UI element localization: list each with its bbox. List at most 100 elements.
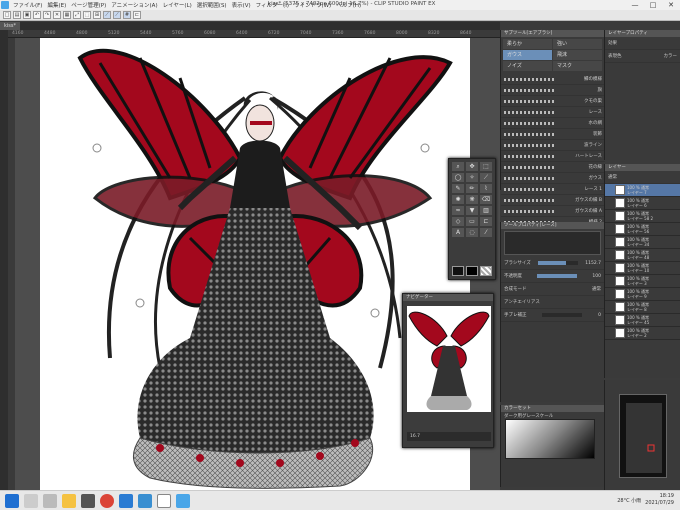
brush-item[interactable]: クモの巣 xyxy=(501,96,605,107)
mail-icon[interactable] xyxy=(119,493,133,508)
fill-tool-icon[interactable]: ▼ xyxy=(466,206,478,215)
fill-icon[interactable]: ▦ xyxy=(63,11,71,19)
move-tool-icon[interactable]: ✥ xyxy=(466,162,478,171)
gradient-tool-icon[interactable]: ▥ xyxy=(480,206,492,215)
subtool-group-5[interactable]: マスク xyxy=(553,61,602,71)
opacity-slider[interactable] xyxy=(537,274,578,278)
ruler-tool-icon[interactable]: ⊏ xyxy=(480,217,492,226)
brush-item[interactable]: 花の縁 xyxy=(501,162,605,173)
open-icon[interactable]: ▤ xyxy=(13,11,21,19)
subtool-group-1[interactable]: 強い xyxy=(553,39,602,49)
line-tool-icon[interactable]: ⁄ xyxy=(480,228,492,237)
wand-tool-icon[interactable]: ✧ xyxy=(466,173,478,182)
brush-item[interactable]: レース xyxy=(501,107,605,118)
menu-layer[interactable]: レイヤー(L) xyxy=(163,1,192,9)
menu-animation[interactable]: アニメーション(A) xyxy=(111,1,157,9)
maximize-button[interactable]: □ xyxy=(644,0,662,10)
deco-tool-icon[interactable]: ❋ xyxy=(466,195,478,204)
clip-studio-icon[interactable] xyxy=(157,493,171,508)
deselect-icon[interactable]: ⬚ xyxy=(83,11,91,19)
frame-tool-icon[interactable]: ▭ xyxy=(466,217,478,226)
stabilization-slider[interactable] xyxy=(542,313,583,317)
store-icon[interactable] xyxy=(81,493,95,508)
layer-row[interactable]: 100 % 通常 レイヤー 56 xyxy=(605,223,680,236)
subtool-group-2[interactable]: ガウス xyxy=(503,50,552,60)
anti-alias-row[interactable]: アンチエイリアス xyxy=(501,296,604,309)
menu-selection[interactable]: 選択範囲(S) xyxy=(197,1,227,9)
canvas-tab[interactable]: kiss* xyxy=(0,22,20,30)
layer-row[interactable]: 100 % 通常 レイヤー 10 xyxy=(605,262,680,275)
windows-start-icon[interactable] xyxy=(5,493,19,508)
zoom-tool-icon[interactable]: ⌕ xyxy=(452,162,464,171)
brush-item[interactable]: 旗 xyxy=(501,85,605,96)
menu-view[interactable]: 表示(V) xyxy=(232,1,251,9)
brush-item[interactable]: ガウスの縁 A xyxy=(501,206,605,217)
layer-row[interactable]: 100 % 通常 レイヤー 7 xyxy=(605,184,680,197)
layer-row[interactable]: 100 % 通常 レイヤー 8 xyxy=(605,301,680,314)
chrome-icon[interactable] xyxy=(100,493,114,508)
pen-tool-icon[interactable]: ✎ xyxy=(452,184,464,193)
transparent-swatch[interactable] xyxy=(480,266,492,276)
weather-text[interactable]: 28°C 小雨 xyxy=(617,497,641,504)
close-button[interactable]: ✕ xyxy=(662,0,680,10)
navigator-thumbnail[interactable] xyxy=(619,394,667,478)
new-icon[interactable]: □ xyxy=(3,11,11,19)
snap-grid-icon[interactable]: # xyxy=(123,11,131,19)
menu-edit[interactable]: 編集(E) xyxy=(47,1,66,9)
brush-item[interactable]: 波ライン xyxy=(501,140,605,151)
main-color-swatch[interactable] xyxy=(452,266,464,276)
layer-row[interactable]: 100 % 通常 レイヤー 58 2 xyxy=(605,210,680,223)
balloon-tool-icon[interactable]: ◌ xyxy=(466,228,478,237)
brush-item[interactable]: 水の網 xyxy=(501,118,605,129)
brush-tool-icon[interactable]: ⌇ xyxy=(480,184,492,193)
transform-icon[interactable]: ⤢ xyxy=(73,11,81,19)
layer-row[interactable]: 100 % 通常 レイヤー 9 xyxy=(605,288,680,301)
brush-item[interactable]: ガウスの縁 B xyxy=(501,195,605,206)
text-tool-icon[interactable]: A xyxy=(452,228,464,237)
snap-ruler-icon[interactable]: ⟋ xyxy=(103,11,111,19)
clear-icon[interactable]: ✕ xyxy=(53,11,61,19)
brush-size-row[interactable]: ブラシサイズ 1152.7 xyxy=(501,257,604,270)
lasso-tool-icon[interactable]: ◯ xyxy=(452,173,464,182)
clip-studio-paint-icon[interactable] xyxy=(176,493,190,508)
photos-icon[interactable] xyxy=(138,493,152,508)
sub-color-swatch[interactable] xyxy=(466,266,478,276)
layer-row[interactable]: 100 % 通常 レイヤー 2 xyxy=(605,327,680,340)
menu-file[interactable]: ファイル(F) xyxy=(13,1,42,9)
eraser-tool-icon[interactable]: ⌫ xyxy=(480,195,492,204)
navigator-preview[interactable] xyxy=(407,306,491,412)
subtool-group-0[interactable]: 柔らか xyxy=(503,39,552,49)
clock[interactable]: 18:19 2021/07/29 xyxy=(645,493,674,507)
subtool-group-4[interactable]: ノイズ xyxy=(503,61,552,71)
layer-row[interactable]: 100 % 通常 レイヤー 45 xyxy=(605,314,680,327)
minimize-button[interactable]: — xyxy=(626,0,644,10)
task-view-icon[interactable] xyxy=(43,493,57,508)
save-icon[interactable]: ▣ xyxy=(23,11,31,19)
figure-tool-icon[interactable]: ◇ xyxy=(452,217,464,226)
opacity-row[interactable]: 不透明度 100 xyxy=(501,270,604,283)
select-tool-icon[interactable]: ⬚ xyxy=(480,162,492,171)
redo-icon[interactable]: ↷ xyxy=(43,11,51,19)
brush-item[interactable]: レース 1 xyxy=(501,184,605,195)
layer-row[interactable]: 100 % 通常 レイヤー 3 xyxy=(605,275,680,288)
layer-blend-mode[interactable]: 通常 xyxy=(605,171,680,184)
brush-size-slider[interactable] xyxy=(538,261,579,265)
grayscale-swatches[interactable] xyxy=(505,419,595,459)
menu-page[interactable]: ページ管理(P) xyxy=(71,1,106,9)
snap-icon[interactable]: ⊞ xyxy=(93,11,101,19)
brush-item[interactable]: 装飾 xyxy=(501,129,605,140)
ruler-icon[interactable]: ⊏ xyxy=(133,11,141,19)
layer-row[interactable]: 100 % 通常 レイヤー 6 xyxy=(605,197,680,210)
brush-item[interactable]: 鱗の模様 xyxy=(501,74,605,85)
search-icon[interactable] xyxy=(24,493,38,508)
expression-color-row[interactable]: 表現色 カラー xyxy=(605,50,680,63)
airbrush-tool-icon[interactable]: ✺ xyxy=(452,195,464,204)
brush-item[interactable]: ガウス xyxy=(501,173,605,184)
blend-mode-row[interactable]: 合成モード 通常 xyxy=(501,283,604,296)
subtool-group-3[interactable]: 飛沫 xyxy=(553,50,602,60)
undo-icon[interactable]: ↶ xyxy=(33,11,41,19)
layer-row[interactable]: 100 % 通常 レイヤー 48 xyxy=(605,249,680,262)
explorer-icon[interactable] xyxy=(62,493,76,508)
layer-row[interactable]: 100 % 通常 レイヤー 34 xyxy=(605,236,680,249)
navigator-zoom[interactable]: 16.7 xyxy=(407,432,491,441)
